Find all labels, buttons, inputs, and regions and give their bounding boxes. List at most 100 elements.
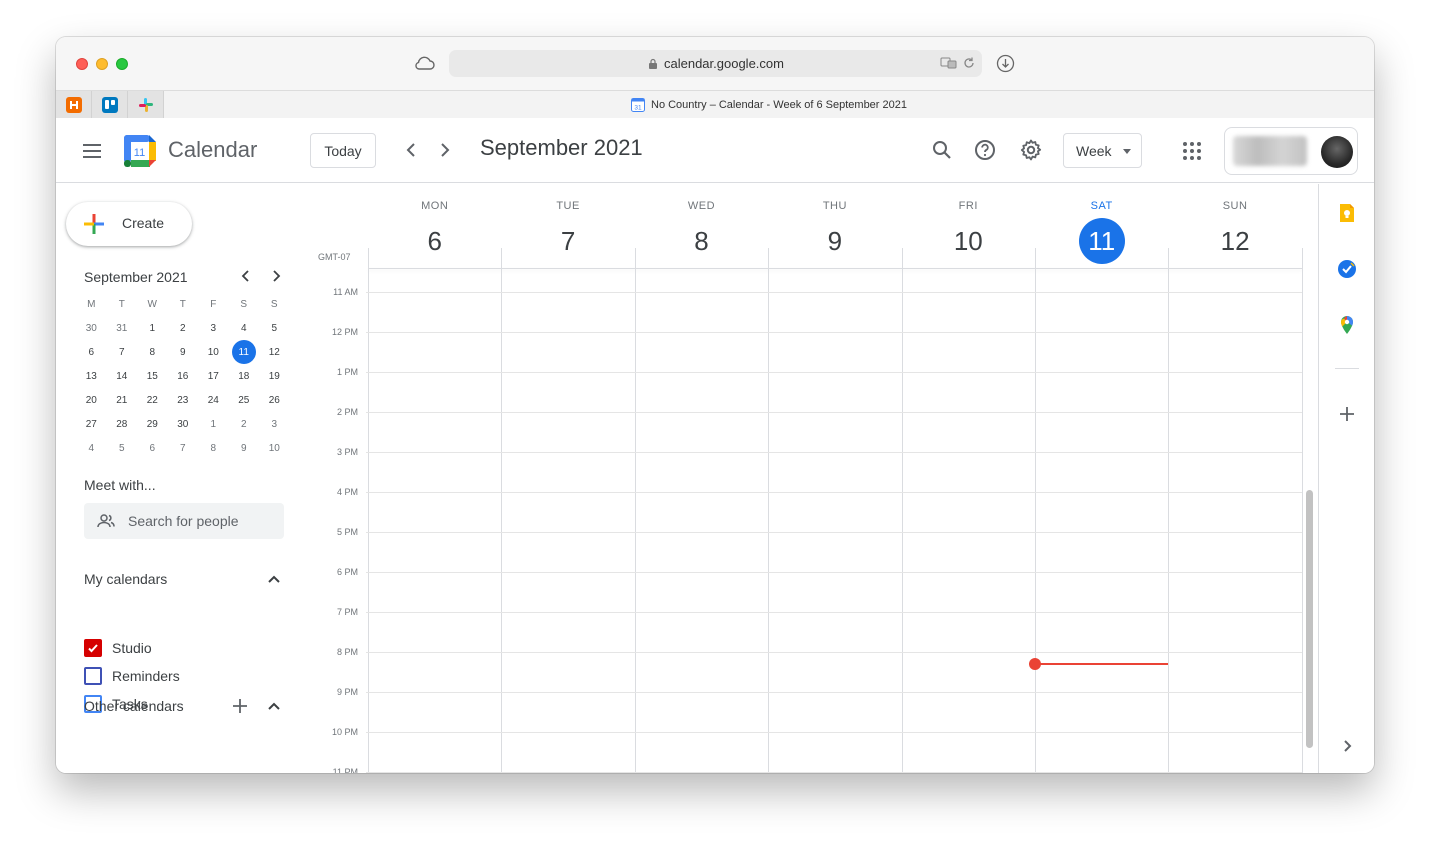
mini-calendar-day-selected[interactable]: 11: [229, 340, 260, 364]
search-people-input[interactable]: Search for people: [84, 503, 284, 539]
icloud-tabs-icon[interactable]: [412, 53, 436, 73]
mini-calendar-day[interactable]: 21: [107, 388, 138, 412]
create-event-button[interactable]: Create: [66, 202, 192, 246]
mini-calendar-day[interactable]: 19: [259, 364, 290, 388]
date-number[interactable]: 7: [545, 218, 591, 264]
other-calendars-title[interactable]: Other calendars: [84, 698, 184, 714]
date-number[interactable]: 10: [945, 218, 991, 264]
help-icon[interactable]: [973, 138, 997, 162]
checkbox-studio[interactable]: [84, 639, 102, 657]
settings-gear-icon[interactable]: [1019, 138, 1043, 162]
mini-calendar-day[interactable]: 8: [137, 340, 168, 364]
previous-week-button[interactable]: [400, 136, 424, 164]
search-icon[interactable]: [930, 138, 954, 162]
mini-calendar-day[interactable]: 6: [76, 340, 107, 364]
mini-calendar-day[interactable]: 30: [168, 412, 199, 436]
mini-calendar-day[interactable]: 10: [259, 436, 290, 460]
day-header-wed[interactable]: WED 8: [635, 184, 768, 268]
mini-calendar-day[interactable]: 10: [198, 340, 229, 364]
close-window-button[interactable]: [76, 58, 88, 70]
today-button[interactable]: Today: [310, 133, 376, 168]
avatar[interactable]: [1321, 136, 1353, 168]
mini-calendar-day[interactable]: 7: [168, 436, 199, 460]
mini-calendar-day[interactable]: 3: [198, 316, 229, 340]
mini-calendar-day[interactable]: 18: [229, 364, 260, 388]
day-header-mon[interactable]: MON 6: [368, 184, 501, 268]
calendar-item-studio[interactable]: Studio: [84, 637, 152, 659]
mini-calendar-day[interactable]: 29: [137, 412, 168, 436]
pinned-tab-harvest[interactable]: [56, 91, 92, 118]
mini-calendar-day[interactable]: 23: [168, 388, 199, 412]
chevron-up-icon[interactable]: [264, 569, 284, 589]
mini-calendar-day[interactable]: 9: [229, 436, 260, 460]
mini-calendar-day[interactable]: 31: [107, 316, 138, 340]
next-week-button[interactable]: [432, 136, 456, 164]
mini-calendar-day[interactable]: 28: [107, 412, 138, 436]
mini-calendar-day[interactable]: 6: [137, 436, 168, 460]
date-number[interactable]: 6: [412, 218, 458, 264]
date-number[interactable]: 9: [812, 218, 858, 264]
my-calendars-title[interactable]: My calendars: [84, 571, 167, 587]
mini-calendar-day[interactable]: 1: [137, 316, 168, 340]
date-number[interactable]: 8: [678, 218, 724, 264]
mini-calendar-day[interactable]: 3: [259, 412, 290, 436]
mini-calendar-day[interactable]: 1: [198, 412, 229, 436]
address-bar[interactable]: calendar.google.com: [449, 50, 982, 77]
day-header-tue[interactable]: TUE 7: [501, 184, 634, 268]
reload-icon[interactable]: [962, 56, 976, 70]
main-menu-button[interactable]: [78, 137, 106, 165]
keep-icon[interactable]: [1336, 202, 1358, 224]
day-header-sat[interactable]: SAT 11: [1035, 184, 1168, 268]
tasks-icon[interactable]: [1336, 258, 1358, 280]
mini-calendar-day[interactable]: 20: [76, 388, 107, 412]
minimize-window-button[interactable]: [96, 58, 108, 70]
mini-calendar-day[interactable]: 5: [107, 436, 138, 460]
translate-icon[interactable]: [940, 56, 958, 70]
checkbox-reminders[interactable]: [84, 667, 102, 685]
pinned-tab-trello[interactable]: [92, 91, 128, 118]
calendar-item-reminders[interactable]: Reminders: [84, 665, 180, 687]
add-other-calendar-icon[interactable]: [230, 696, 250, 716]
mini-calendar-day[interactable]: 7: [107, 340, 138, 364]
view-switcher-dropdown[interactable]: Week: [1063, 133, 1142, 168]
mini-calendar-day[interactable]: 8: [198, 436, 229, 460]
mini-calendar-day[interactable]: 4: [76, 436, 107, 460]
account-switcher[interactable]: [1224, 127, 1358, 175]
mini-calendar-day[interactable]: 17: [198, 364, 229, 388]
today-date-number[interactable]: 11: [1078, 218, 1125, 264]
chevron-up-icon[interactable]: [264, 696, 284, 716]
add-addon-icon[interactable]: [1336, 403, 1358, 425]
mini-calendar-day[interactable]: 25: [229, 388, 260, 412]
zoom-window-button[interactable]: [116, 58, 128, 70]
mini-calendar-day[interactable]: 27: [76, 412, 107, 436]
mini-calendar-day[interactable]: 26: [259, 388, 290, 412]
hour-gridline: [366, 532, 1302, 533]
mini-calendar-day[interactable]: 14: [107, 364, 138, 388]
day-header-fri[interactable]: FRI 10: [902, 184, 1035, 268]
maps-icon[interactable]: [1336, 314, 1358, 336]
mini-calendar-day[interactable]: 30: [76, 316, 107, 340]
mini-calendar-next-button[interactable]: [266, 266, 286, 286]
mini-calendar-day[interactable]: 2: [168, 316, 199, 340]
grid-scrollbar[interactable]: [1306, 490, 1313, 748]
mini-calendar-day[interactable]: 9: [168, 340, 199, 364]
day-header-thu[interactable]: THU 9: [768, 184, 901, 268]
date-number[interactable]: 12: [1212, 218, 1258, 264]
day-header-sun[interactable]: SUN 12: [1168, 184, 1301, 268]
google-apps-grid-icon[interactable]: [1180, 139, 1204, 163]
pinned-tab-slack[interactable]: [128, 91, 164, 118]
chevron-right-icon[interactable]: [1336, 735, 1358, 757]
mini-calendar-day[interactable]: 22: [137, 388, 168, 412]
mini-calendar-day[interactable]: 4: [229, 316, 260, 340]
mini-calendar-day[interactable]: 15: [137, 364, 168, 388]
mini-calendar-day[interactable]: 12: [259, 340, 290, 364]
mini-calendar-day[interactable]: 2: [229, 412, 260, 436]
mini-calendar-day[interactable]: 16: [168, 364, 199, 388]
calendar-logo-icon[interactable]: 11: [124, 133, 156, 167]
downloads-icon[interactable]: [996, 54, 1015, 73]
mini-calendar-prev-button[interactable]: [236, 266, 256, 286]
mini-calendar-day[interactable]: 13: [76, 364, 107, 388]
mini-calendar-day[interactable]: 5: [259, 316, 290, 340]
active-tab[interactable]: 31 No Country – Calendar - Week of 6 Sep…: [164, 91, 1374, 118]
mini-calendar-day[interactable]: 24: [198, 388, 229, 412]
